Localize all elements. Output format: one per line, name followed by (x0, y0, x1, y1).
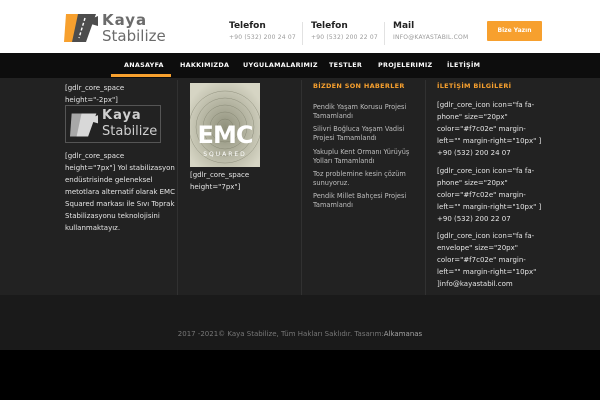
contact-info-email: [gdlr_core_icon icon="fa fa-envelope" si… (437, 232, 537, 288)
logo-text-line2: Stabilize (102, 27, 166, 45)
page-bottom (0, 350, 600, 400)
divider (384, 22, 385, 45)
road-logo-icon (70, 113, 98, 137)
write-to-us-button[interactable]: Bize Yazın (487, 21, 542, 41)
contact-phone-1: Telefon +90 (532) 200 24 07 (229, 21, 296, 47)
logo-text-line1: Kaya (102, 11, 148, 29)
column-divider (425, 80, 426, 295)
contact-title: Telefon (311, 21, 348, 31)
road-logo-icon (64, 14, 98, 42)
nav-active-indicator (111, 74, 171, 77)
nav-item-contact[interactable]: İLETİŞİM (447, 53, 480, 78)
logo-text-line2: Stabilize (102, 124, 158, 139)
contact-value[interactable]: +90 (532) 200 22 07 (311, 32, 378, 44)
site-logo[interactable]: Kaya Stabilize (64, 10, 166, 46)
footer-bar (0, 295, 600, 350)
news-item[interactable]: Pendik Yaşam Korusu Projesi Tamamlandı (313, 103, 423, 121)
designer-link[interactable]: Alkamanas (384, 330, 422, 338)
column-divider (177, 80, 178, 295)
logo-text-line1: Kaya (102, 108, 142, 123)
emc-sub-label: SQUARED (203, 151, 247, 158)
contact-title: Telefon (229, 21, 266, 31)
contact-phone-2: Telefon +90 (532) 200 22 07 (311, 21, 378, 47)
kaya-stabilize-logo-image: Kaya Stabilize (65, 105, 161, 143)
column-2-space: [gdlr_core_space height="7px"] (190, 171, 250, 191)
news-section-title: BİZDEN SON HABERLER (313, 82, 405, 90)
contact-info-phone-1: [gdlr_core_icon icon="fa fa-phone" size=… (437, 101, 542, 157)
news-item[interactable]: Pendik Millet Bahçesi Projesi Tamamlandı (313, 192, 423, 210)
emc-label: EMC (197, 121, 254, 149)
column-1-space: [gdlr_core_space height="-2px"] (65, 84, 125, 104)
contact-section-title: İLETİŞİM BİLGİLERİ (437, 82, 512, 90)
news-item[interactable]: Toz problemine kesin çözüm sunuyoruz. (313, 170, 423, 188)
contact-title: Mail (393, 21, 415, 31)
divider (302, 22, 303, 45)
emc-squared-logo-image: EMC SQUARED (190, 83, 260, 167)
main-nav: ANASAYFA HAKKIMIZDA UYGULAMALARIMIZ TEST… (0, 53, 600, 78)
copyright-label: 2017 -2021© Kaya Stabilize, Tüm Hakları … (177, 330, 384, 338)
column-divider (301, 80, 302, 295)
contact-value[interactable]: INFO@KAYASTABIL.COM (393, 32, 468, 44)
nav-item-about[interactable]: HAKKIMIZDA (180, 53, 229, 78)
site-header: Kaya Stabilize Telefon +90 (532) 200 24 … (0, 0, 600, 53)
contact-info-phone-2: [gdlr_core_icon icon="fa fa-phone" size=… (437, 167, 542, 223)
contact-mail: Mail INFO@KAYASTABIL.COM (393, 21, 468, 47)
news-item[interactable]: Yakuplu Kent Ormanı Yürüyüş Yolları Tama… (313, 148, 423, 166)
nav-item-applications[interactable]: UYGULAMALARIMIZ (243, 53, 318, 78)
copyright-text: 2017 -2021© Kaya Stabilize, Tüm Hakları … (0, 330, 600, 338)
about-text: [gdlr_core_space height="7px"] Yol stabi… (65, 152, 175, 232)
contact-value[interactable]: +90 (532) 200 24 07 (229, 32, 296, 44)
nav-item-tests[interactable]: TESTLER (329, 53, 362, 78)
nav-item-projects[interactable]: PROJELERIMIZ (378, 53, 433, 78)
news-item[interactable]: Silivri Boğluca Yaşam Vadisi Projesi Tam… (313, 125, 423, 143)
